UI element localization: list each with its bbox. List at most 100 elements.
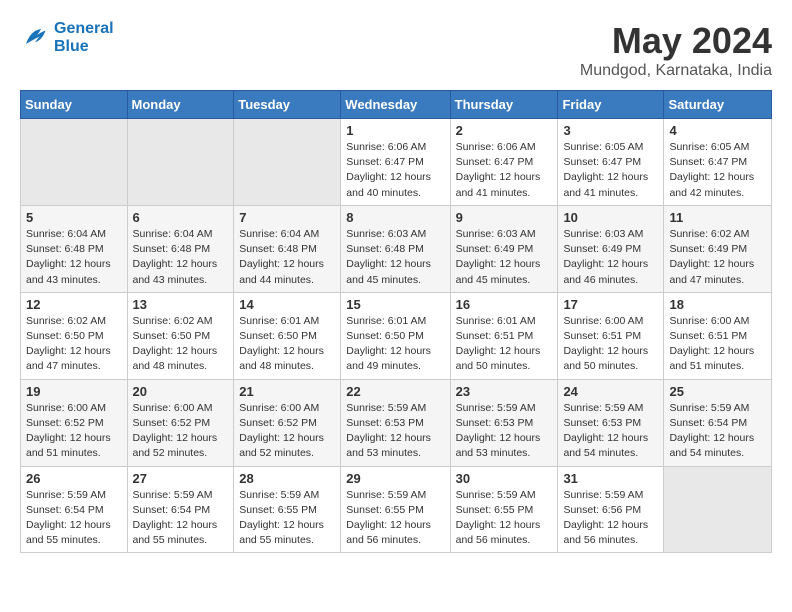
day-number: 30 <box>456 471 553 486</box>
day-info: Sunrise: 6:01 AM Sunset: 6:50 PM Dayligh… <box>346 314 444 375</box>
day-info: Sunrise: 6:05 AM Sunset: 6:47 PM Dayligh… <box>563 140 658 201</box>
day-info: Sunrise: 5:59 AM Sunset: 6:54 PM Dayligh… <box>669 401 766 462</box>
day-info: Sunrise: 5:59 AM Sunset: 6:55 PM Dayligh… <box>346 488 444 549</box>
day-cell: 2 Sunrise: 6:06 AM Sunset: 6:47 PM Daylig… <box>450 119 558 206</box>
day-info: Sunrise: 5:59 AM Sunset: 6:53 PM Dayligh… <box>456 401 553 462</box>
day-cell <box>234 119 341 206</box>
day-number: 14 <box>239 297 335 312</box>
day-info: Sunrise: 6:02 AM Sunset: 6:50 PM Dayligh… <box>133 314 229 375</box>
day-number: 11 <box>669 210 766 225</box>
day-info: Sunrise: 5:59 AM Sunset: 6:55 PM Dayligh… <box>456 488 553 549</box>
day-cell: 27Sunrise: 5:59 AM Sunset: 6:54 PM Dayli… <box>127 466 234 553</box>
day-number: 26 <box>26 471 122 486</box>
header-row: SundayMondayTuesdayWednesdayThursdayFrid… <box>21 91 772 119</box>
day-info: Sunrise: 6:04 AM Sunset: 6:48 PM Dayligh… <box>133 227 229 288</box>
day-info: Sunrise: 5:59 AM Sunset: 6:55 PM Dayligh… <box>239 488 335 549</box>
header-cell-saturday: Saturday <box>664 91 772 119</box>
day-cell: 26Sunrise: 5:59 AM Sunset: 6:54 PM Dayli… <box>21 466 128 553</box>
day-cell: 10 Sunrise: 6:03 AM Sunset: 6:49 PM Dayli… <box>558 205 664 292</box>
day-cell: 25 Sunrise: 5:59 AM Sunset: 6:54 PM Dayli… <box>664 379 772 466</box>
header-cell-monday: Monday <box>127 91 234 119</box>
day-number: 3 <box>563 123 658 138</box>
day-info: Sunrise: 6:04 AM Sunset: 6:48 PM Dayligh… <box>26 227 122 288</box>
day-cell: 14 Sunrise: 6:01 AM Sunset: 6:50 PM Dayli… <box>234 292 341 379</box>
day-info: Sunrise: 6:01 AM Sunset: 6:51 PM Dayligh… <box>456 314 553 375</box>
header-cell-thursday: Thursday <box>450 91 558 119</box>
day-cell: 19 Sunrise: 6:00 AM Sunset: 6:52 PM Dayli… <box>21 379 128 466</box>
day-info: Sunrise: 6:03 AM Sunset: 6:48 PM Dayligh… <box>346 227 444 288</box>
day-number: 21 <box>239 384 335 399</box>
day-cell: 31 Sunrise: 5:59 AM Sunset: 6:56 PM Dayli… <box>558 466 664 553</box>
header-cell-friday: Friday <box>558 91 664 119</box>
day-number: 8 <box>346 210 444 225</box>
day-number: 29 <box>346 471 444 486</box>
month-title: May 2024 <box>580 20 772 62</box>
day-number: 31 <box>563 471 658 486</box>
day-info: Sunrise: 6:06 AM Sunset: 6:47 PM Dayligh… <box>456 140 553 201</box>
page-header: General Blue May 2024 Mundgod, Karnataka… <box>20 20 772 80</box>
day-cell: 13 Sunrise: 6:02 AM Sunset: 6:50 PM Dayli… <box>127 292 234 379</box>
day-number: 12 <box>26 297 122 312</box>
day-info: Sunrise: 6:01 AM Sunset: 6:50 PM Dayligh… <box>239 314 335 375</box>
day-info: Sunrise: 6:03 AM Sunset: 6:49 PM Dayligh… <box>563 227 658 288</box>
day-number: 23 <box>456 384 553 399</box>
day-cell: 20Sunrise: 6:00 AM Sunset: 6:52 PM Dayli… <box>127 379 234 466</box>
week-row-3: 12 Sunrise: 6:02 AM Sunset: 6:50 PM Dayli… <box>21 292 772 379</box>
day-info: Sunrise: 6:05 AM Sunset: 6:47 PM Dayligh… <box>669 140 766 201</box>
week-row-2: 5 Sunrise: 6:04 AM Sunset: 6:48 PM Daylig… <box>21 205 772 292</box>
day-cell: 9 Sunrise: 6:03 AM Sunset: 6:49 PM Daylig… <box>450 205 558 292</box>
location: Mundgod, Karnataka, India <box>580 62 772 80</box>
day-cell: 28 Sunrise: 5:59 AM Sunset: 6:55 PM Dayli… <box>234 466 341 553</box>
day-info: Sunrise: 6:03 AM Sunset: 6:49 PM Dayligh… <box>456 227 553 288</box>
day-info: Sunrise: 5:59 AM Sunset: 6:56 PM Dayligh… <box>563 488 658 549</box>
day-cell: 22 Sunrise: 5:59 AM Sunset: 6:53 PM Dayli… <box>341 379 450 466</box>
day-info: Sunrise: 6:00 AM Sunset: 6:52 PM Dayligh… <box>26 401 122 462</box>
day-info: Sunrise: 6:02 AM Sunset: 6:49 PM Dayligh… <box>669 227 766 288</box>
day-number: 2 <box>456 123 553 138</box>
header-cell-tuesday: Tuesday <box>234 91 341 119</box>
day-cell: 24Sunrise: 5:59 AM Sunset: 6:53 PM Dayli… <box>558 379 664 466</box>
day-info: Sunrise: 6:06 AM Sunset: 6:47 PM Dayligh… <box>346 140 444 201</box>
header-cell-sunday: Sunday <box>21 91 128 119</box>
day-number: 18 <box>669 297 766 312</box>
logo-text: General Blue <box>54 20 114 56</box>
week-row-5: 26Sunrise: 5:59 AM Sunset: 6:54 PM Dayli… <box>21 466 772 553</box>
day-cell: 4 Sunrise: 6:05 AM Sunset: 6:47 PM Daylig… <box>664 119 772 206</box>
day-info: Sunrise: 5:59 AM Sunset: 6:53 PM Dayligh… <box>346 401 444 462</box>
day-cell: 30 Sunrise: 5:59 AM Sunset: 6:55 PM Dayli… <box>450 466 558 553</box>
day-cell: 8 Sunrise: 6:03 AM Sunset: 6:48 PM Daylig… <box>341 205 450 292</box>
day-cell: 7Sunrise: 6:04 AM Sunset: 6:48 PM Daylig… <box>234 205 341 292</box>
day-number: 9 <box>456 210 553 225</box>
day-cell: 5 Sunrise: 6:04 AM Sunset: 6:48 PM Daylig… <box>21 205 128 292</box>
day-cell: 15 Sunrise: 6:01 AM Sunset: 6:50 PM Dayli… <box>341 292 450 379</box>
day-number: 1 <box>346 123 444 138</box>
day-info: Sunrise: 6:00 AM Sunset: 6:51 PM Dayligh… <box>563 314 658 375</box>
calendar-header: SundayMondayTuesdayWednesdayThursdayFrid… <box>21 91 772 119</box>
day-cell: 1 Sunrise: 6:06 AM Sunset: 6:47 PM Daylig… <box>341 119 450 206</box>
day-number: 7 <box>239 210 335 225</box>
day-info: Sunrise: 6:00 AM Sunset: 6:52 PM Dayligh… <box>239 401 335 462</box>
day-cell: 18Sunrise: 6:00 AM Sunset: 6:51 PM Dayli… <box>664 292 772 379</box>
day-number: 15 <box>346 297 444 312</box>
day-number: 27 <box>133 471 229 486</box>
day-number: 13 <box>133 297 229 312</box>
day-info: Sunrise: 6:02 AM Sunset: 6:50 PM Dayligh… <box>26 314 122 375</box>
day-cell: 17Sunrise: 6:00 AM Sunset: 6:51 PM Dayli… <box>558 292 664 379</box>
day-number: 5 <box>26 210 122 225</box>
day-number: 22 <box>346 384 444 399</box>
day-number: 19 <box>26 384 122 399</box>
day-cell: 23 Sunrise: 5:59 AM Sunset: 6:53 PM Dayli… <box>450 379 558 466</box>
week-row-1: 1 Sunrise: 6:06 AM Sunset: 6:47 PM Daylig… <box>21 119 772 206</box>
day-number: 16 <box>456 297 553 312</box>
day-number: 25 <box>669 384 766 399</box>
day-cell <box>127 119 234 206</box>
day-cell: 12 Sunrise: 6:02 AM Sunset: 6:50 PM Dayli… <box>21 292 128 379</box>
day-number: 28 <box>239 471 335 486</box>
day-cell: 29 Sunrise: 5:59 AM Sunset: 6:55 PM Dayli… <box>341 466 450 553</box>
day-cell: 16 Sunrise: 6:01 AM Sunset: 6:51 PM Dayli… <box>450 292 558 379</box>
day-number: 4 <box>669 123 766 138</box>
header-cell-wednesday: Wednesday <box>341 91 450 119</box>
day-number: 20 <box>133 384 229 399</box>
day-number: 10 <box>563 210 658 225</box>
week-row-4: 19 Sunrise: 6:00 AM Sunset: 6:52 PM Dayli… <box>21 379 772 466</box>
